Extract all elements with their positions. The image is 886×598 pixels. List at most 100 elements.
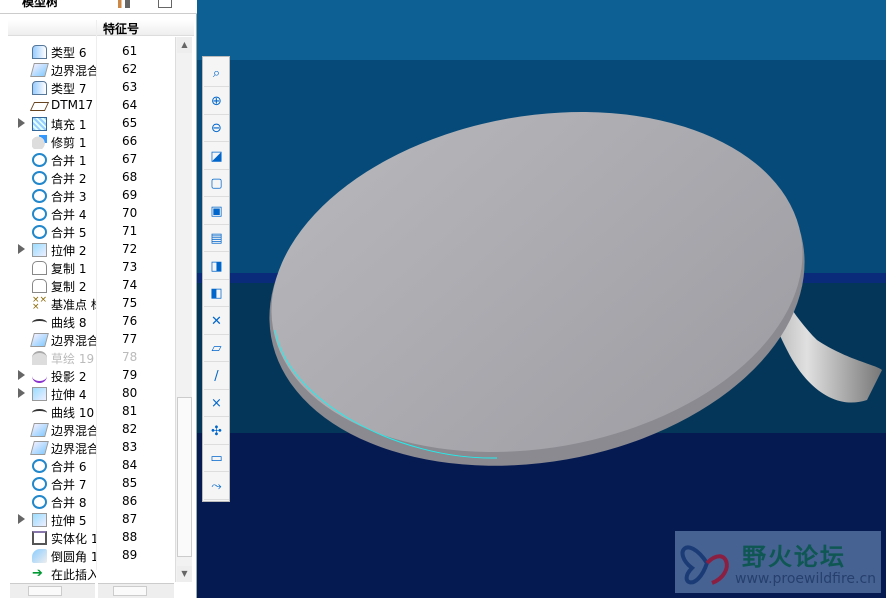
saved-views-button[interactable]: ▢ xyxy=(204,171,229,197)
tree-item[interactable]: 边界混合 62 xyxy=(0,61,175,79)
zoom-in-button[interactable]: ⊕ xyxy=(204,89,229,115)
tree-item[interactable]: 曲线 10 81 xyxy=(0,403,175,421)
expand-arrow-icon[interactable] xyxy=(18,370,25,380)
feature-name: 在此插入 xyxy=(51,568,96,582)
tree-item[interactable]: 边界混合 82 xyxy=(0,421,175,439)
feature-id: 63 xyxy=(122,80,138,94)
tree-item[interactable]: DTM17 64 xyxy=(0,97,175,115)
tree-item[interactable]: 拉伸 5 87 xyxy=(0,511,175,529)
feature-name: 边界混合 xyxy=(51,442,96,456)
feature-name: 曲线 8 xyxy=(51,316,87,330)
vertical-scrollbar[interactable]: ▲ ▼ xyxy=(175,37,192,582)
3d-viewport[interactable] xyxy=(197,0,886,598)
tree-item[interactable]: 合并 7 85 xyxy=(0,475,175,493)
plane-display-icon: ▱ xyxy=(211,341,222,356)
tree-item[interactable]: 合并 8 86 xyxy=(0,493,175,511)
tree-item[interactable]: 边界混合 77 xyxy=(0,331,175,349)
expand-arrow-icon[interactable] xyxy=(18,388,25,398)
reorient-button[interactable]: ◧ xyxy=(204,281,229,307)
zoom-out-icon: ⊖ xyxy=(211,121,222,136)
expand-arrow-icon[interactable] xyxy=(18,118,25,128)
show-icon[interactable] xyxy=(158,0,172,8)
tree-item[interactable]: 合并 4 70 xyxy=(0,205,175,223)
tree-item[interactable]: 倒圆角 1 89 xyxy=(0,547,175,565)
feature-name: DTM17 xyxy=(51,98,94,112)
tree-item[interactable]: 类型 7 63 xyxy=(0,79,175,97)
view-manager-button[interactable]: ▣ xyxy=(204,199,229,225)
tree-item[interactable]: 曲线 8 76 xyxy=(0,313,175,331)
tree-item[interactable]: 类型 6 61 xyxy=(0,43,175,61)
tree-item[interactable]: 拉伸 2 72 xyxy=(0,241,175,259)
tree-item[interactable]: ➔ 在此插入 xyxy=(0,565,175,583)
expand-arrow-icon[interactable] xyxy=(18,514,25,524)
tree-item[interactable]: 草绘 19 78 xyxy=(0,349,175,367)
orient-button[interactable]: ◨ xyxy=(204,254,229,280)
tree-item[interactable]: 合并 5 71 xyxy=(0,223,175,241)
tree-item[interactable]: 复制 1 73 xyxy=(0,259,175,277)
tree-item[interactable]: 合并 6 84 xyxy=(0,457,175,475)
settings-icon[interactable] xyxy=(118,0,130,8)
tree-item[interactable]: 投影 2 79 xyxy=(0,367,175,385)
horizontal-scrollbar-id[interactable] xyxy=(98,583,174,598)
feature-id: 76 xyxy=(122,314,138,328)
feature-id: 83 xyxy=(122,440,138,454)
feature-id: 86 xyxy=(122,494,138,508)
tree-item[interactable]: 拉伸 4 80 xyxy=(0,385,175,403)
feature-id: 89 xyxy=(122,548,138,562)
feature-name: 合并 8 xyxy=(51,496,87,510)
feature-name: 边界混合 xyxy=(51,334,96,348)
refit-button[interactable]: ⌕ xyxy=(204,61,229,87)
feature-id: 87 xyxy=(122,512,138,526)
feature-id: 70 xyxy=(122,206,138,220)
boundary-blend-icon xyxy=(30,423,49,437)
feature-id: 62 xyxy=(122,62,138,76)
feature-name: 拉伸 4 xyxy=(51,388,87,402)
tree-item[interactable]: 复制 2 74 xyxy=(0,277,175,295)
feature-name: 合并 7 xyxy=(51,478,87,492)
tree-item[interactable]: 合并 3 69 xyxy=(0,187,175,205)
merge-icon xyxy=(32,153,47,167)
feature-id: 79 xyxy=(122,368,138,382)
feature-name: 实体化 1 xyxy=(51,532,96,546)
tree-item[interactable]: 合并 2 68 xyxy=(0,169,175,187)
round-icon xyxy=(32,549,47,563)
repaint-icon: ◪ xyxy=(210,148,223,164)
feature-id: 84 xyxy=(122,458,138,472)
tree-item[interactable]: 合并 1 67 xyxy=(0,151,175,169)
axis-display-button[interactable]: / xyxy=(204,364,229,390)
tree-item[interactable]: 修剪 1 66 xyxy=(0,133,175,151)
feature-name: 合并 5 xyxy=(51,226,87,240)
boundary-blend-icon xyxy=(30,63,49,77)
expand-arrow-icon[interactable] xyxy=(18,244,25,254)
annotation-display-button[interactable]: ▭ xyxy=(204,446,229,472)
model-tree-header: 模型树 xyxy=(0,0,197,14)
feature-name: 基准点 标 xyxy=(51,298,96,312)
view-toolbar: ⌕ ⊕ ⊖ ◪ ▢ ▣ ▤ ◨ ◧ ✕ ▱ / × ✣ ▭ ⤳ xyxy=(202,56,230,502)
feature-name: 合并 3 xyxy=(51,190,87,204)
model-tree-title: 模型树 xyxy=(22,0,59,9)
feature-id: 66 xyxy=(122,134,138,148)
column-header[interactable]: 特征号 xyxy=(8,20,194,36)
tree-item[interactable]: 边界混合 83 xyxy=(0,439,175,457)
feature-name: 类型 6 xyxy=(51,46,87,60)
layers-button[interactable]: ▤ xyxy=(204,226,229,252)
point-display-button[interactable]: × xyxy=(204,391,229,417)
feature-id: 73 xyxy=(122,260,138,274)
csys-display-button[interactable]: ✣ xyxy=(204,419,229,445)
feature-name: 草绘 19 xyxy=(51,352,95,366)
feature-id: 72 xyxy=(122,242,138,256)
zoom-out-button[interactable]: ⊖ xyxy=(204,116,229,142)
spin-center-button[interactable]: ⤳ xyxy=(204,474,229,500)
plane-display-button[interactable]: ▱ xyxy=(204,336,229,362)
tree-item[interactable]: 实体化 1 88 xyxy=(0,529,175,547)
datum-display-button[interactable]: ✕ xyxy=(204,309,229,335)
tree-item[interactable]: 填充 1 65 xyxy=(0,115,175,133)
horizontal-scrollbar-name[interactable] xyxy=(10,583,95,598)
annotation-display-icon: ▭ xyxy=(210,451,223,466)
extrude-icon xyxy=(32,513,47,527)
copy-icon xyxy=(32,261,47,275)
feature-id: 77 xyxy=(122,332,138,346)
tree-item[interactable]: ×× ×基准点 标 75 xyxy=(0,295,175,313)
repaint-button[interactable]: ◪ xyxy=(204,144,229,170)
solidify-icon xyxy=(32,531,47,545)
